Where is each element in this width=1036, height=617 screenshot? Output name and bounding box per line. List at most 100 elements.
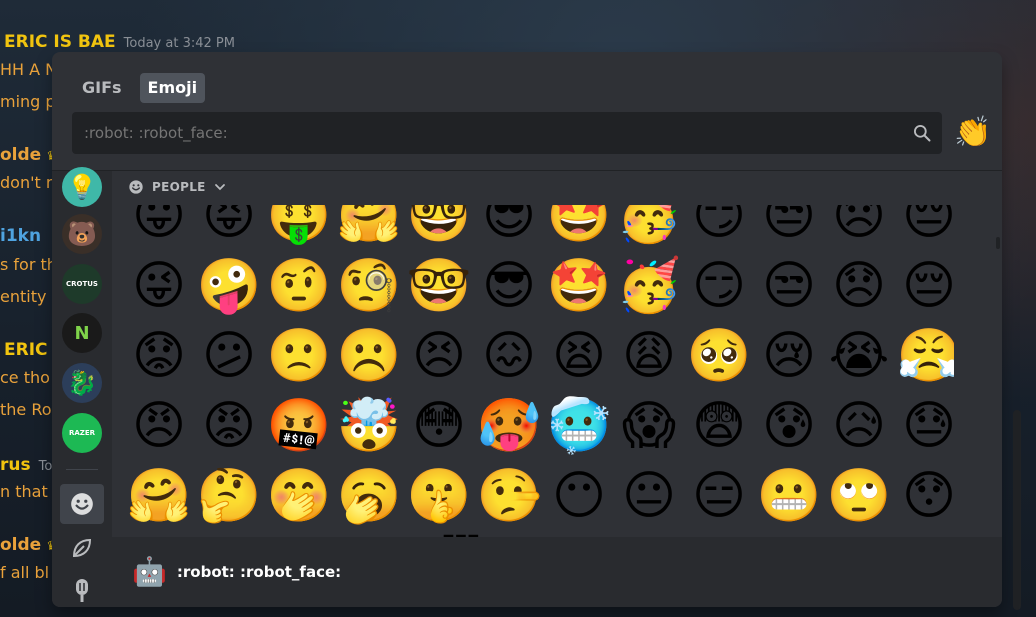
emoji-button[interactable]: 🤥 bbox=[474, 461, 544, 531]
emoji-grid: 😛 😝 🤑 🤗 🤓 😎 🤩 🥳 😏 😒 😞 😔 😜 🤪 🤨 🧐 🤓 😎 🤩 🥳 😏 😒 😞 😔 😟 😕 🙁 ☹️ 😣 😖 😫 😩 🥺 😢 😭 😤 😠 😡 🤬… bbox=[124, 205, 954, 537]
category-nature[interactable] bbox=[60, 528, 104, 568]
random-emoji-button[interactable]: 👏 bbox=[954, 115, 991, 151]
emoji-button[interactable]: 🤔 bbox=[194, 461, 264, 531]
emoji-button[interactable]: 😠 bbox=[124, 391, 194, 461]
chat-username[interactable]: ERIC IS BAE bbox=[4, 32, 116, 52]
emoji-picker-popout: GIFs Emoji 👏 💡 🐻 CROTUS N 🐉 RAZER bbox=[52, 52, 1002, 607]
emoji-button[interactable]: 🤓 bbox=[404, 205, 474, 251]
emoji-button[interactable]: 😣 bbox=[404, 321, 474, 391]
emoji-button[interactable]: ☹️ bbox=[334, 321, 404, 391]
chat-username[interactable]: olde bbox=[0, 145, 41, 165]
emoji-button[interactable]: 🤬 bbox=[264, 391, 334, 461]
chat-username[interactable]: rus bbox=[0, 455, 31, 475]
emoji-button[interactable]: 😥 bbox=[824, 391, 894, 461]
emoji-button[interactable]: 😎 bbox=[474, 251, 544, 321]
emoji-button[interactable]: 😒 bbox=[754, 205, 824, 251]
server-emoji-dragon[interactable]: 🐉 bbox=[62, 363, 102, 403]
emoji-button[interactable]: 😖 bbox=[474, 321, 544, 391]
tab-emoji[interactable]: Emoji bbox=[139, 73, 206, 103]
emoji-scrollbar[interactable] bbox=[996, 237, 1000, 249]
emoji-button[interactable]: 🤩 bbox=[544, 251, 614, 321]
rail-separator bbox=[66, 469, 98, 470]
emoji-button[interactable]: 😡 bbox=[194, 391, 264, 461]
emoji-button[interactable]: 😛 bbox=[124, 205, 194, 251]
emoji-button[interactable]: 😜 bbox=[124, 251, 194, 321]
server-icon-glyph: RAZER bbox=[68, 429, 96, 437]
emoji-button[interactable]: 😳 bbox=[404, 391, 474, 461]
chat-text: s for th bbox=[0, 255, 57, 274]
emoji-button[interactable]: 🤨 bbox=[264, 251, 334, 321]
search-icon bbox=[914, 125, 931, 142]
emoji-button[interactable]: 😏 bbox=[684, 251, 754, 321]
chat-username[interactable]: i1kn bbox=[0, 226, 41, 246]
emoji-button[interactable]: 🤫 bbox=[404, 461, 474, 531]
chat-text: ming p bbox=[0, 92, 56, 111]
emoji-button[interactable]: 🥵 bbox=[474, 391, 544, 461]
emoji-button[interactable]: 🤪 bbox=[194, 251, 264, 321]
emoji-button[interactable]: 😕 bbox=[194, 321, 264, 391]
category-food[interactable] bbox=[60, 570, 104, 607]
emoji-button[interactable]: 🧐 bbox=[334, 251, 404, 321]
emoji-button[interactable]: 🤩 bbox=[544, 205, 614, 251]
emoji-button[interactable]: 😢 bbox=[754, 321, 824, 391]
emoji-button[interactable]: 😔 bbox=[894, 205, 954, 251]
emoji-button[interactable]: 😒 bbox=[754, 251, 824, 321]
emoji-button[interactable]: 😞 bbox=[824, 205, 894, 251]
emoji-button[interactable]: 🤯 bbox=[334, 391, 404, 461]
emoji-button[interactable]: 😏 bbox=[684, 205, 754, 251]
emoji-button[interactable]: 😭 bbox=[824, 321, 894, 391]
tab-gifs[interactable]: GIFs bbox=[74, 73, 130, 103]
chat-message-header: rus To bbox=[0, 455, 52, 475]
chat-text: ce tho bbox=[0, 368, 50, 387]
emoji-button[interactable]: 🤭 bbox=[264, 461, 334, 531]
chat-timestamp: Today at 3:42 PM bbox=[123, 36, 235, 51]
chat-text: HH A N bbox=[0, 60, 58, 79]
emoji-button[interactable]: 🥺 bbox=[684, 321, 754, 391]
emoji-button[interactable]: 🙁 bbox=[264, 321, 334, 391]
emoji-button[interactable]: 🤗 bbox=[124, 461, 194, 531]
server-emoji-bear[interactable]: 🐻 bbox=[62, 214, 102, 254]
emoji-button[interactable]: 🤑 bbox=[264, 205, 334, 251]
emoji-button[interactable]: 😑 bbox=[684, 461, 754, 531]
emoji-button[interactable]: 😯 bbox=[894, 461, 954, 531]
emoji-button[interactable]: 😬 bbox=[754, 461, 824, 531]
emoji-button[interactable]: 😓 bbox=[894, 391, 954, 461]
emoji-button[interactable]: 🥳 bbox=[614, 205, 684, 251]
chat-username[interactable]: olde bbox=[0, 535, 41, 555]
emoji-button[interactable]: 😝 bbox=[194, 205, 264, 251]
server-emoji-n[interactable]: N bbox=[62, 313, 102, 353]
category-people[interactable] bbox=[60, 484, 104, 524]
emoji-button[interactable]: 😎 bbox=[474, 205, 544, 251]
emoji-button[interactable]: 🙄 bbox=[824, 461, 894, 531]
emoji-button[interactable]: 😤 bbox=[894, 321, 954, 391]
emoji-button[interactable]: 😟 bbox=[124, 321, 194, 391]
emoji-button[interactable]: 😱 bbox=[614, 391, 684, 461]
emoji-button[interactable]: 😨 bbox=[684, 391, 754, 461]
category-header[interactable]: PEOPLE bbox=[128, 179, 226, 195]
server-emoji-lightbulb[interactable]: 💡 bbox=[62, 167, 102, 207]
emoji-button[interactable]: 😞 bbox=[824, 251, 894, 321]
emoji-button[interactable]: 😔 bbox=[894, 251, 954, 321]
emoji-button[interactable]: 🥱 bbox=[334, 461, 404, 531]
emoji-button[interactable]: 😶 bbox=[544, 461, 614, 531]
chat-message-header: olde ♛ bbox=[0, 535, 58, 555]
chat-message-header: ERIC IS BAE Today at 3:42 PM bbox=[4, 32, 235, 52]
emoji-search-input[interactable] bbox=[84, 112, 884, 154]
server-icon-glyph: CROTUS bbox=[66, 280, 98, 288]
chat-message-header: olde ♛ bbox=[0, 145, 58, 165]
server-emoji-crotus[interactable]: CROTUS bbox=[62, 264, 102, 304]
smiley-icon bbox=[129, 180, 143, 194]
emoji-button[interactable]: 🤓 bbox=[404, 251, 474, 321]
server-icon-glyph: 🐉 bbox=[67, 369, 97, 397]
chat-scrollbar[interactable] bbox=[1013, 410, 1021, 610]
emoji-button[interactable]: 🤗 bbox=[334, 205, 404, 251]
emoji-button[interactable]: 😩 bbox=[614, 321, 684, 391]
popsicle-icon bbox=[76, 579, 88, 602]
server-emoji-razer[interactable]: RAZER bbox=[62, 413, 102, 453]
emoji-button[interactable]: 🥶 bbox=[544, 391, 614, 461]
emoji-button[interactable]: 😫 bbox=[544, 321, 614, 391]
chevron-down-icon bbox=[214, 184, 225, 191]
emoji-button[interactable]: 😐 bbox=[614, 461, 684, 531]
emoji-button[interactable]: 🥳 bbox=[614, 251, 684, 321]
emoji-button[interactable]: 😰 bbox=[754, 391, 824, 461]
